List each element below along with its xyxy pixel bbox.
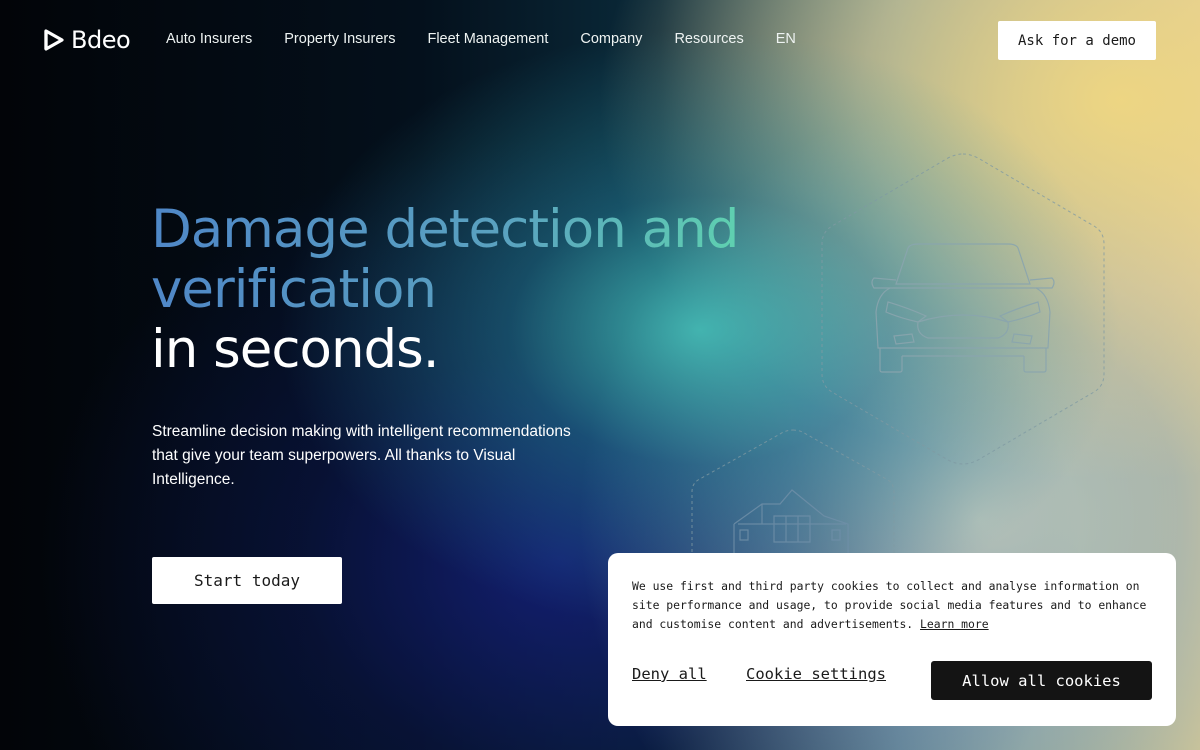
hero-title: Damage detection and verification in sec… [151, 199, 739, 380]
cookie-settings-button[interactable]: Cookie settings [746, 665, 886, 683]
cookie-message-text: We use first and third party cookies to … [632, 579, 1147, 631]
cookie-banner: We use first and third party cookies to … [608, 553, 1176, 726]
car-outline-icon [821, 153, 1105, 465]
hero-title-line-3: in seconds. [151, 319, 440, 380]
top-nav: Bdeo Auto Insurers Property Insurers Fle… [0, 0, 1200, 80]
nav-link-resources[interactable]: Resources [674, 31, 743, 47]
allow-all-cookies-button[interactable]: Allow all cookies [931, 661, 1152, 700]
page: Bdeo Auto Insurers Property Insurers Fle… [0, 0, 1200, 750]
bdeo-logo-icon [44, 29, 64, 51]
ask-for-demo-button[interactable]: Ask for a demo [998, 21, 1156, 60]
nav-links: Auto Insurers Property Insurers Fleet Ma… [166, 31, 796, 47]
deny-all-button[interactable]: Deny all [632, 665, 707, 683]
nav-link-property-insurers[interactable]: Property Insurers [284, 31, 395, 47]
cookie-message: We use first and third party cookies to … [632, 577, 1157, 634]
nav-link-company[interactable]: Company [580, 31, 642, 47]
nav-link-auto-insurers[interactable]: Auto Insurers [166, 31, 252, 47]
hero-title-line-1: Damage detection and [151, 199, 739, 260]
language-selector[interactable]: EN [776, 31, 796, 47]
nav-link-fleet-management[interactable]: Fleet Management [427, 31, 548, 47]
hero-title-line-2: verification [151, 260, 738, 320]
brand-name: Bdeo [71, 26, 131, 54]
start-today-button[interactable]: Start today [152, 557, 342, 604]
hero-subtitle: Streamline decision making with intellig… [152, 423, 571, 488]
brand-logo[interactable]: Bdeo [44, 26, 131, 54]
learn-more-link[interactable]: Learn more [920, 617, 989, 631]
